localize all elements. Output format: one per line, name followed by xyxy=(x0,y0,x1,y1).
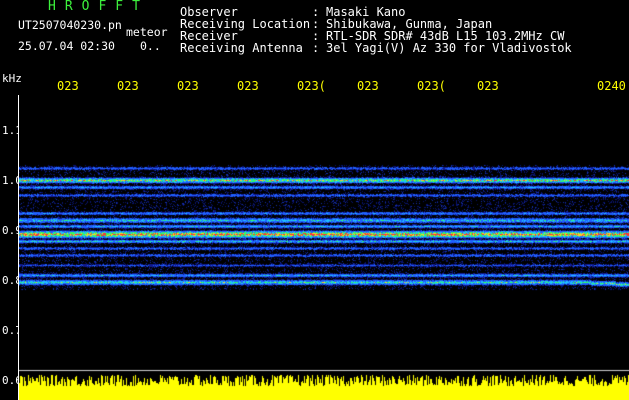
x-tick-4: 023 xyxy=(237,79,259,93)
counter-label: 0.. xyxy=(140,39,161,53)
app-title: HROFFT xyxy=(48,0,149,14)
x-tick-3: 023 xyxy=(177,79,199,93)
antenna-value: 3el Yagi(V) Az 330 for Vladivostok xyxy=(326,41,572,55)
x-tick-6: 023 xyxy=(357,79,379,93)
unit-label: kHz xyxy=(2,72,22,85)
x-tick-9: 0240 xyxy=(597,79,626,93)
spectrogram xyxy=(18,95,629,400)
antenna-key: Receiving Antenna xyxy=(180,41,303,55)
file-name: UT2507040230.pn xyxy=(18,18,122,32)
x-tick-5: 023( xyxy=(297,79,326,93)
mode-label: meteor xyxy=(126,25,168,39)
x-tick-1: 023 xyxy=(57,79,79,93)
antenna-sep: : xyxy=(312,41,320,55)
datetime-label: 25.07.04 02:30 xyxy=(18,39,115,53)
x-tick-7: 023( xyxy=(417,79,446,93)
x-tick-8: 023 xyxy=(477,79,499,93)
y-axis-line xyxy=(18,95,19,400)
x-tick-2: 023 xyxy=(117,79,139,93)
